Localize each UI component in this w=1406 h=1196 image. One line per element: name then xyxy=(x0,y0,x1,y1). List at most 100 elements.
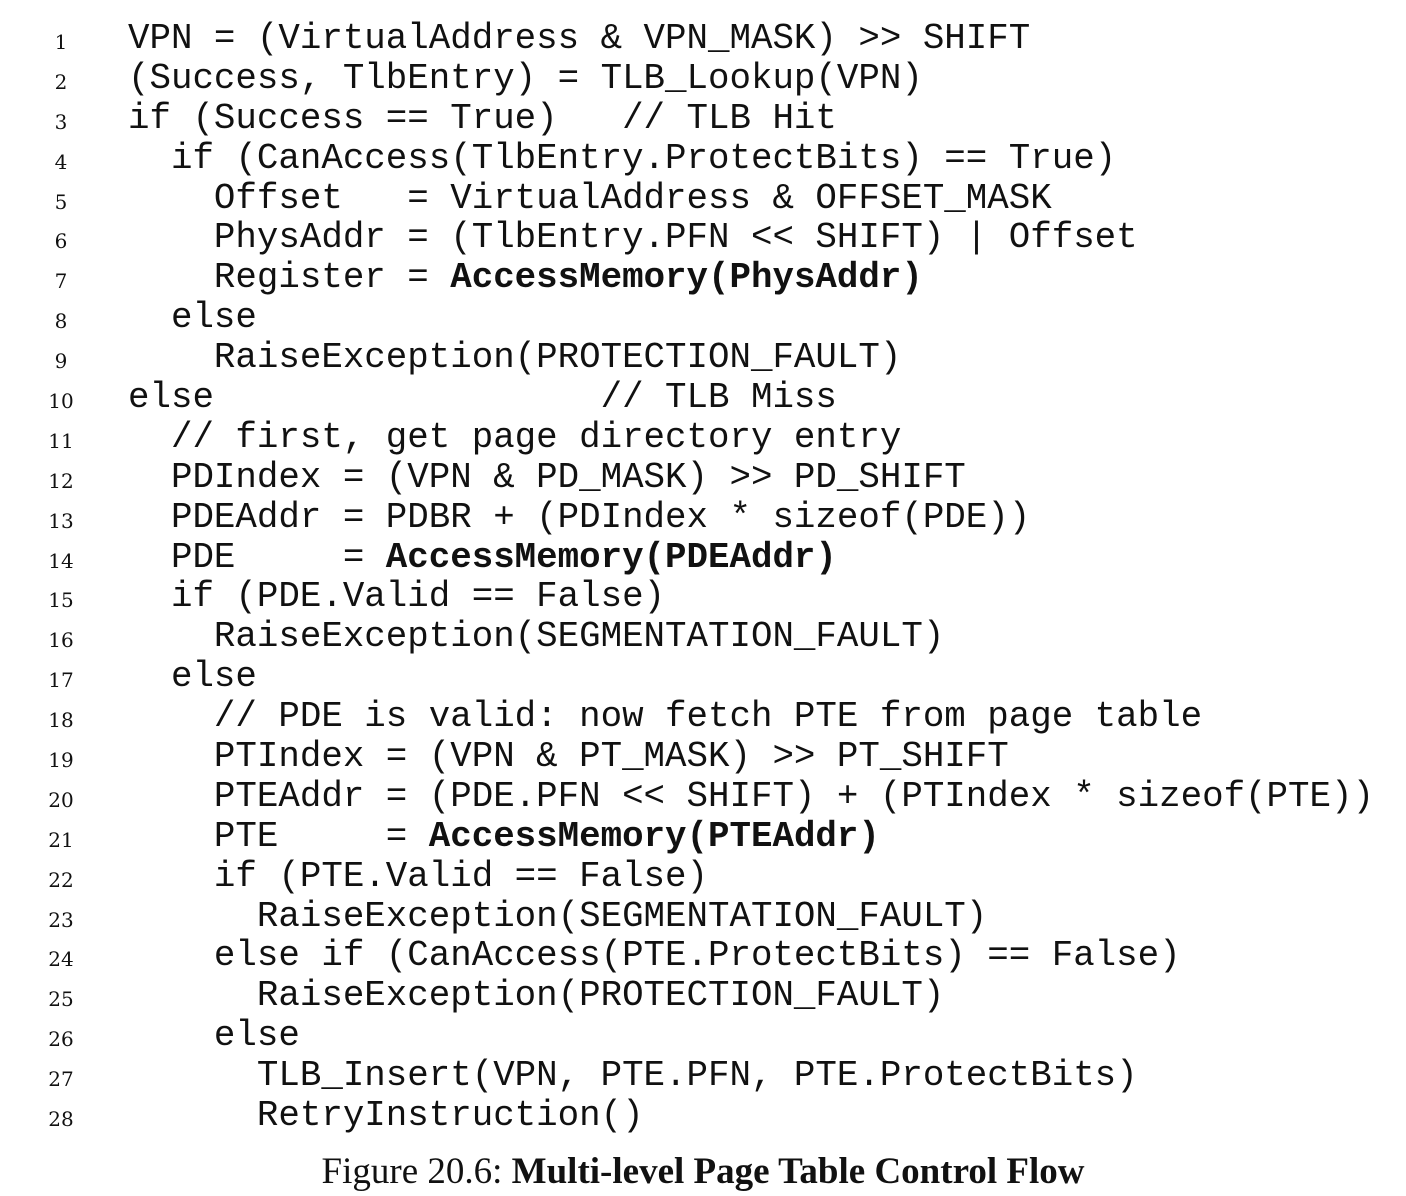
code-text: VPN = (VirtualAddress & VPN_MASK) >> SHI… xyxy=(128,19,1030,59)
code-text: Offset = VirtualAddress & OFFSET_MASK xyxy=(128,177,1052,219)
code-segment: PDIndex = (VPN & PD_MASK) >> PD_SHIFT xyxy=(128,456,966,498)
line-number: 1 xyxy=(54,30,68,54)
code-segment: TLB_Insert(VPN, PTE.PFN, PTE.ProtectBits… xyxy=(128,1055,1138,1097)
code-text: TLB_Insert(VPN, PTE.PFN, PTE.ProtectBits… xyxy=(128,1056,1138,1096)
line-number: 16 xyxy=(48,628,74,653)
code-text: RaiseException(SEGMENTATION_FAULT) xyxy=(128,617,944,657)
code-segment: if (CanAccess(TlbEntry.ProtectBits) == T… xyxy=(128,137,1117,179)
code-line: 17 else xyxy=(0,657,1406,697)
code-segment: if (PDE.Valid == False) xyxy=(128,576,666,618)
code-line: 26 else xyxy=(0,1016,1406,1056)
line-number: 7 xyxy=(54,269,68,294)
code-text: (Success, TlbEntry) = TLB_Lookup(VPN) xyxy=(128,57,923,99)
line-number: 24 xyxy=(48,947,74,972)
code-line: 16 RaiseException(SEGMENTATION_FAULT) xyxy=(0,617,1406,657)
code-segment: (Success, TlbEntry) = TLB_Lookup(VPN) xyxy=(128,57,923,99)
line-number: 4 xyxy=(54,149,68,174)
code-text: PTEAddr = (PDE.PFN << SHIFT) + (PTIndex … xyxy=(128,775,1374,817)
line-number: 21 xyxy=(48,827,74,852)
code-segment: // first, get page directory entry xyxy=(128,416,902,458)
caption-label: Figure 20.6: xyxy=(321,1151,512,1192)
code-line: 28 RetryInstruction() xyxy=(0,1096,1406,1136)
code-segment: PhysAddr = (TlbEntry.PFN << SHIFT) | Off… xyxy=(128,217,1138,259)
line-number: 6 xyxy=(54,229,68,254)
code-segment: RaiseException(SEGMENTATION_FAULT) xyxy=(128,895,988,937)
line-number: 9 xyxy=(54,349,68,374)
figure-caption: Figure 20.6: Multi-level Page Table Cont… xyxy=(0,1150,1406,1194)
code-line: 21 PTE = AccessMemory(PTEAddr) xyxy=(0,815,1406,857)
line-number: 20 xyxy=(48,787,74,812)
code-segment: else if (CanAccess(PTE.ProtectBits) == F… xyxy=(128,935,1181,977)
code-bold-segment: AccessMemory(PDEAddr) xyxy=(385,536,837,578)
code-line: 12 PDIndex = (VPN & PD_MASK) >> PD_SHIFT xyxy=(0,456,1406,498)
line-number: 22 xyxy=(48,867,74,892)
code-text: else xyxy=(128,657,257,697)
line-number: 2 xyxy=(54,69,68,94)
code-segment: else xyxy=(128,1015,300,1057)
code-line: 27 TLB_Insert(VPN, PTE.PFN, PTE.ProtectB… xyxy=(0,1056,1406,1096)
line-number: 23 xyxy=(48,907,74,932)
code-segment: if (Success == True) // TLB Hit xyxy=(128,97,837,139)
code-text: else if (CanAccess(PTE.ProtectBits) == F… xyxy=(128,936,1181,976)
code-line: 7 Register = AccessMemory(PhysAddr) xyxy=(0,258,1406,298)
line-number: 28 xyxy=(48,1107,74,1132)
code-line: 1 VPN = (VirtualAddress & VPN_MASK) >> SH… xyxy=(0,19,1406,59)
code-segment: RaiseException(SEGMENTATION_FAULT) xyxy=(128,616,945,658)
code-line: 25 RaiseException(PROTECTION_FAULT) xyxy=(0,976,1406,1016)
code-bold-segment: AccessMemory(PTEAddr) xyxy=(428,815,880,857)
code-bold-segment: AccessMemory(PhysAddr) xyxy=(450,257,923,299)
code-line: 3 if (Success == True) // TLB Hit xyxy=(0,97,1406,139)
code-line: 15 if (PDE.Valid == False) xyxy=(0,577,1406,617)
code-text: RaiseException(SEGMENTATION_FAULT) xyxy=(128,895,988,937)
code-text: Register = AccessMemory(PhysAddr) xyxy=(128,258,923,298)
code-text: else xyxy=(128,298,257,338)
code-line: 9 RaiseException(PROTECTION_FAULT) xyxy=(0,338,1406,378)
code-segment: else // TLB Miss xyxy=(128,377,837,419)
code-segment: PTIndex = (VPN & PT_MASK) >> PT_SHIFT xyxy=(128,736,1009,778)
code-line: 22 if (PTE.Valid == False) xyxy=(0,855,1406,897)
code-line: 13 PDEAddr = PDBR + (PDIndex * sizeof(PD… xyxy=(0,496,1406,538)
code-segment: VPN = (VirtualAddress & VPN_MASK) >> SHI… xyxy=(128,18,1031,59)
code-line: 19 PTIndex = (VPN & PT_MASK) >> PT_SHIFT xyxy=(0,737,1406,777)
line-number: 12 xyxy=(48,468,74,493)
code-text: PDEAddr = PDBR + (PDIndex * sizeof(PDE)) xyxy=(128,496,1031,538)
line-number: 15 xyxy=(48,588,74,613)
code-text: PDIndex = (VPN & PD_MASK) >> PD_SHIFT xyxy=(128,456,966,498)
code-segment: Register = xyxy=(128,257,451,299)
code-text: RetryInstruction() xyxy=(128,1096,644,1136)
code-segment: PTEAddr = (PDE.PFN << SHIFT) + (PTIndex … xyxy=(128,775,1374,817)
line-number: 18 xyxy=(48,708,74,733)
code-line: 8 else xyxy=(0,298,1406,338)
code-text: PTIndex = (VPN & PT_MASK) >> PT_SHIFT xyxy=(128,737,1009,777)
code-segment: if (PTE.Valid == False) xyxy=(128,855,709,897)
line-number: 27 xyxy=(48,1067,74,1092)
code-line: 10 else // TLB Miss xyxy=(0,378,1406,418)
line-number: 13 xyxy=(48,508,74,533)
code-text: if (PTE.Valid == False) xyxy=(128,855,709,897)
code-line: 6 PhysAddr = (TlbEntry.PFN << SHIFT) | O… xyxy=(0,218,1406,258)
code-text: else // TLB Miss xyxy=(128,378,837,418)
line-number: 17 xyxy=(48,668,74,693)
code-line: 2 (Success, TlbEntry) = TLB_Lookup(VPN) xyxy=(0,57,1406,99)
code-segment: Offset = VirtualAddress & OFFSET_MASK xyxy=(128,177,1052,219)
code-line: 4 if (CanAccess(TlbEntry.ProtectBits) ==… xyxy=(0,137,1406,179)
code-text: RaiseException(PROTECTION_FAULT) xyxy=(128,338,901,378)
code-line: 20 PTEAddr = (PDE.PFN << SHIFT) + (PTInd… xyxy=(0,775,1406,817)
code-segment: RaiseException(PROTECTION_FAULT) xyxy=(128,337,902,379)
line-number: 26 xyxy=(48,1027,74,1052)
line-number: 8 xyxy=(54,309,68,334)
code-segment: else xyxy=(128,297,257,339)
code-text: PDE = AccessMemory(PDEAddr) xyxy=(128,536,837,578)
code-line: 11 // first, get page directory entry xyxy=(0,416,1406,458)
line-number: 3 xyxy=(54,109,68,134)
caption-title: Multi-level Page Table Control Flow xyxy=(511,1151,1085,1192)
code-text: PTE = AccessMemory(PTEAddr) xyxy=(128,815,880,857)
line-number: 5 xyxy=(54,189,68,214)
code-text: // PDE is valid: now fetch PTE from page… xyxy=(128,697,1202,737)
code-line: 24 else if (CanAccess(PTE.ProtectBits) =… xyxy=(0,936,1406,976)
line-number: 25 xyxy=(48,987,74,1012)
code-segment: PDEAddr = PDBR + (PDIndex * sizeof(PDE)) xyxy=(128,496,1031,538)
code-text: RaiseException(PROTECTION_FAULT) xyxy=(128,976,944,1016)
code-segment: else xyxy=(128,656,257,698)
code-text: else xyxy=(128,1016,300,1056)
